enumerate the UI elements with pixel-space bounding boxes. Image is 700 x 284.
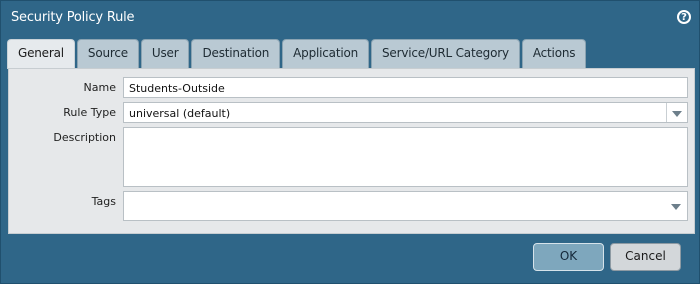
- rule-type-value: universal (default): [129, 107, 231, 120]
- tab-user[interactable]: User: [140, 39, 190, 68]
- tab-bar: General Source User Destination Applicat…: [7, 39, 587, 69]
- tags-dropdown-button[interactable]: [666, 192, 687, 220]
- tab-application[interactable]: Application: [282, 39, 370, 68]
- chevron-down-icon: [671, 204, 681, 210]
- cancel-button[interactable]: Cancel: [610, 243, 681, 271]
- tab-general[interactable]: General: [7, 39, 75, 69]
- description-textarea[interactable]: [123, 127, 688, 187]
- tags-label: Tags: [91, 195, 116, 208]
- description-label: Description: [53, 131, 116, 144]
- tab-destination[interactable]: Destination: [191, 39, 281, 68]
- tab-actions[interactable]: Actions: [521, 39, 587, 68]
- chevron-down-icon: [672, 111, 682, 117]
- help-icon[interactable]: ?: [677, 10, 691, 24]
- general-panel: Name Students-Outside Rule Type universa…: [8, 68, 695, 234]
- rule-type-select[interactable]: universal (default): [123, 102, 688, 123]
- dialog-title: Security Policy Rule: [11, 10, 135, 25]
- tab-service-url-category[interactable]: Service/URL Category: [371, 39, 520, 68]
- security-policy-rule-dialog: Security Policy Rule ? General Source Us…: [0, 0, 700, 284]
- name-value: Students-Outside: [129, 82, 225, 95]
- dialog-titlebar: Security Policy Rule ?: [1, 1, 699, 37]
- name-input[interactable]: Students-Outside: [123, 77, 688, 98]
- name-label: Name: [83, 81, 116, 94]
- ok-button[interactable]: OK: [533, 243, 604, 271]
- rule-type-dropdown-button[interactable]: [666, 103, 687, 122]
- tab-source[interactable]: Source: [76, 39, 139, 68]
- tags-input[interactable]: [123, 191, 688, 221]
- rule-type-label: Rule Type: [63, 106, 116, 119]
